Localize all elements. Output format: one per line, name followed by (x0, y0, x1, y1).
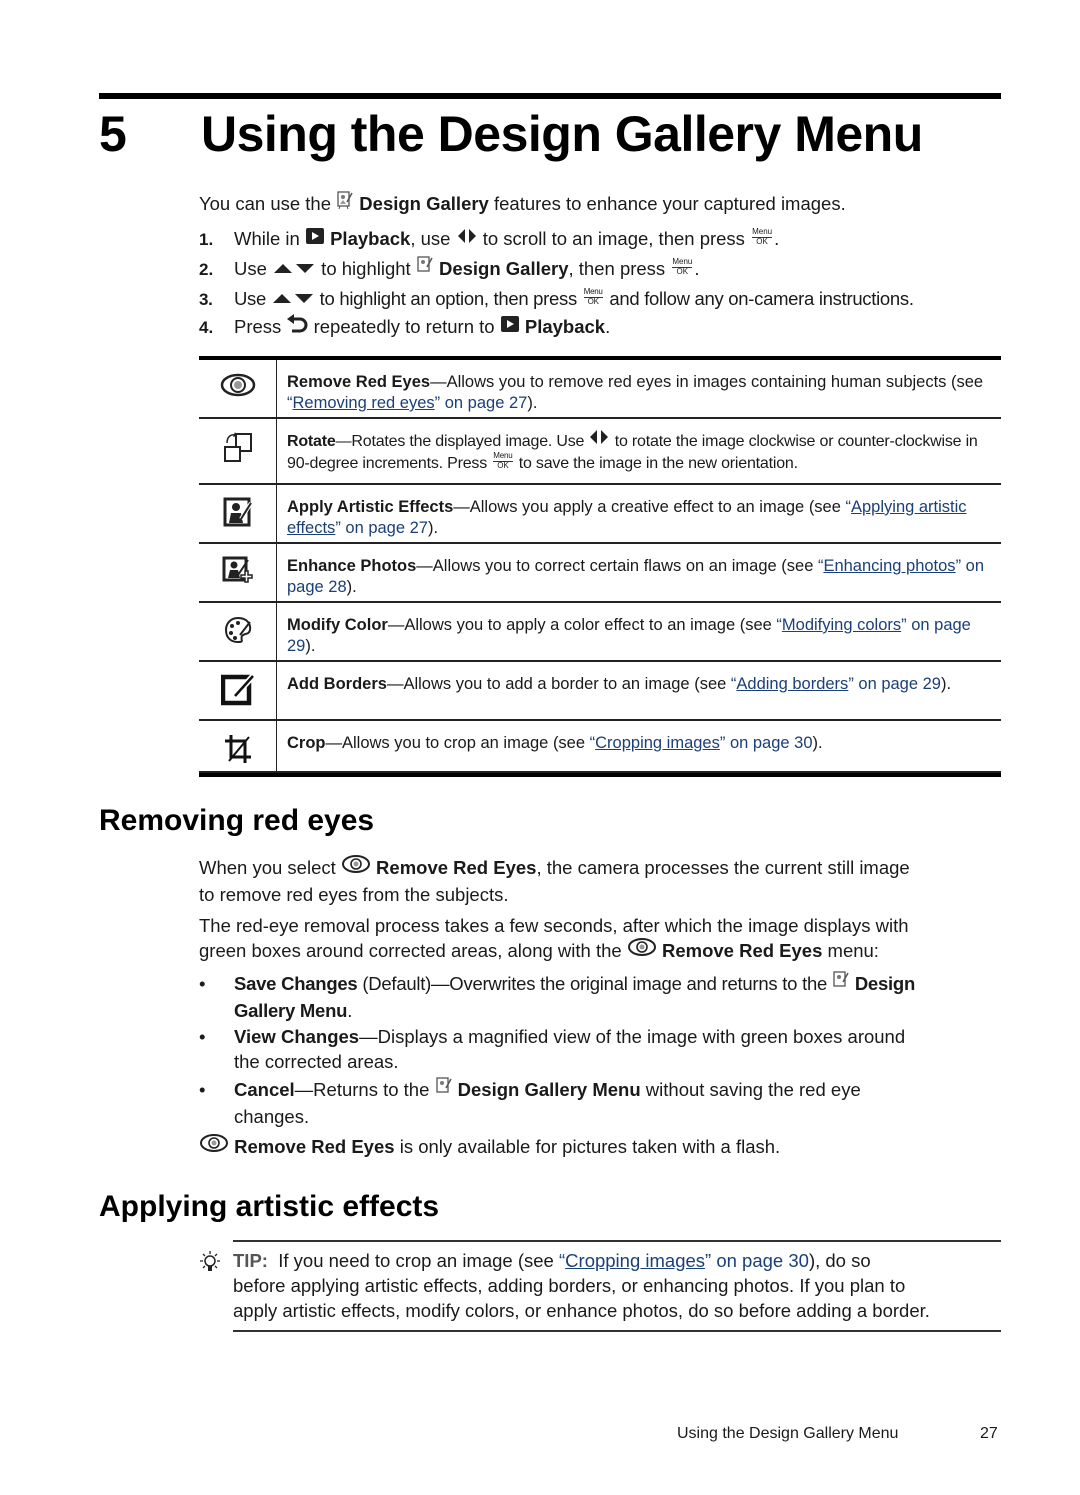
section-heading-applying-artistic-effects: Applying artistic effects (99, 1190, 440, 1223)
left-right-arrows-icon (588, 429, 610, 451)
design-gallery-icon (416, 255, 434, 281)
paragraph-red-eye-select: When you select Remove Red Eyes, the cam… (199, 855, 910, 907)
design-gallery-options-table: Remove Red Eyes—Allows you to remove red… (199, 356, 1001, 777)
link-cropping-images-tip[interactable]: “Cropping images” on page 30 (559, 1250, 809, 1271)
chapter-rule (99, 93, 1001, 99)
table-bottom-rule (199, 773, 1001, 777)
bullet-view-changes: • View Changes—Displays a magnified view … (199, 1026, 906, 1072)
table-row-remove-red-eyes: Remove Red Eyes—Allows you to remove red… (199, 360, 1001, 419)
step-1: 1. While in Playback, use to scroll to an… (199, 226, 780, 251)
note-flash-only: Remove Red Eyes is only available for pi… (199, 1134, 780, 1161)
step-3: 3. Use to highlight an option, then press… (199, 286, 914, 311)
up-down-arrows-icon (271, 286, 315, 311)
menu-ok-icon: Menu OK (583, 287, 603, 307)
design-gallery-icon (336, 190, 354, 216)
paragraph-red-eye-process: The red-eye removal process takes a few … (199, 913, 909, 965)
menu-ok-icon: Menu OK (752, 227, 773, 247)
enhance-photos-icon (222, 556, 254, 593)
border-icon (220, 673, 255, 711)
red-eye-icon (220, 372, 256, 403)
table-row-crop: Crop—Allows you to crop an image (see “C… (199, 721, 1001, 773)
design-gallery-icon (832, 970, 850, 996)
chapter-heading: 5 Using the Design Gallery Menu (99, 106, 923, 162)
link-adding-borders[interactable]: “Adding borders” on page 29 (731, 675, 941, 693)
red-eye-icon (627, 937, 657, 963)
step-4: 4. Press repeatedly to return to Playback… (199, 314, 610, 341)
playback-icon (500, 314, 520, 339)
table-row-modify-color: Modify Color—Allows you to apply a color… (199, 603, 1001, 662)
tip-bottom-rule (233, 1330, 1001, 1332)
table-row-rotate: Rotate—Rotates the displayed image. Use … (199, 419, 1001, 485)
footer-title: Using the Design Gallery Menu (677, 1425, 899, 1442)
palette-icon (223, 615, 253, 650)
artistic-effects-icon (223, 497, 253, 532)
red-eye-icon (341, 854, 371, 880)
rotate-icon (222, 431, 254, 468)
bullet-cancel: • Cancel—Returns to the Design Gallery Me… (199, 1077, 861, 1129)
design-gallery-icon (435, 1076, 453, 1102)
table-row-enhance-photos: Enhance Photos—Allows you to correct cer… (199, 544, 1001, 603)
left-right-arrows-icon (456, 226, 478, 251)
table-row-artistic-effects: Apply Artistic Effects—Allows you apply … (199, 485, 1001, 544)
table-row-add-borders: Add Borders—Allows you to add a border t… (199, 662, 1001, 721)
link-cropping-images[interactable]: “Cropping images” on page 30 (590, 734, 813, 752)
intro-paragraph: You can use the Design Gallery features … (199, 191, 846, 218)
bullet-save-changes: • Save Changes (Default)—Overwrites the o… (199, 971, 915, 1023)
menu-ok-icon: Menu OK (493, 450, 513, 470)
page-number: 27 (980, 1425, 998, 1442)
back-arrow-icon (286, 313, 308, 339)
tip-lightbulb-icon (197, 1250, 223, 1281)
tip-text: TIP: If you need to crop an image (see “… (233, 1250, 930, 1321)
tip-top-rule (233, 1240, 1001, 1242)
link-removing-red-eyes[interactable]: “Removing red eyes” on page 27 (287, 394, 527, 412)
menu-ok-icon: Menu OK (672, 257, 693, 277)
up-down-arrows-icon (272, 256, 316, 281)
section-heading-removing-red-eyes: Removing red eyes (99, 804, 375, 837)
crop-icon (223, 733, 253, 770)
playback-icon (305, 226, 325, 251)
step-2: 2. Use to highlight Design Gallery, then … (199, 256, 699, 283)
red-eye-icon (199, 1133, 229, 1159)
